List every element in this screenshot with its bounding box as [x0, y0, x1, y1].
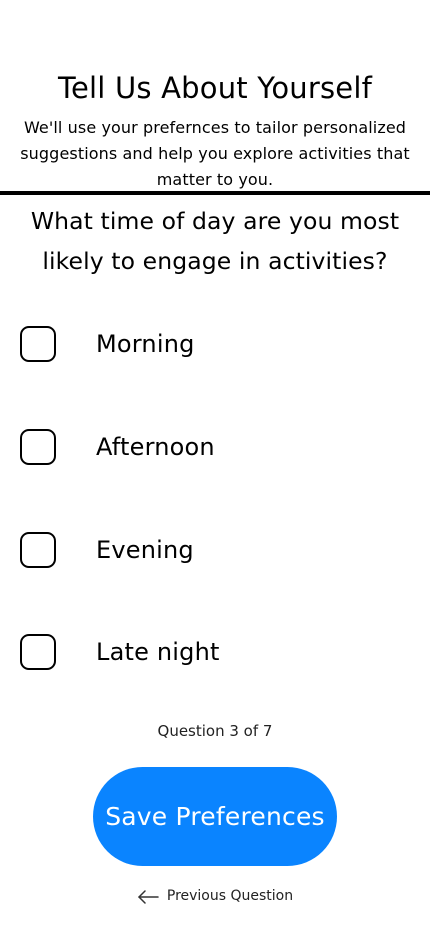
arrow-left-icon [137, 889, 159, 904]
option-label-afternoon: Afternoon [96, 433, 215, 461]
checkbox-evening[interactable] [20, 532, 56, 568]
checkbox-late-night[interactable] [20, 634, 56, 670]
option-label-evening: Evening [96, 536, 194, 564]
previous-question-link[interactable]: Previous Question [0, 886, 430, 906]
option-label-late-night: Late night [96, 638, 220, 666]
question-text: What time of day are you most likely to … [30, 207, 400, 275]
checkbox-morning[interactable] [20, 326, 56, 362]
question-progress: Question 3 of 7 [157, 722, 273, 740]
option-evening[interactable]: Evening [20, 528, 410, 572]
option-late-night[interactable]: Late night [20, 630, 410, 674]
save-preferences-button[interactable]: Save Preferences [93, 767, 337, 866]
option-afternoon[interactable]: Afternoon [20, 425, 410, 469]
previous-question-label: Previous Question [166, 888, 294, 904]
option-label-morning: Morning [96, 330, 195, 358]
page-title: Tell Us About Yourself [58, 71, 372, 105]
checkbox-afternoon[interactable] [20, 429, 56, 465]
option-morning[interactable]: Morning [20, 322, 410, 366]
header-divider [0, 191, 430, 195]
page-subtitle: We'll use your prefernces to tailor pers… [20, 118, 410, 189]
